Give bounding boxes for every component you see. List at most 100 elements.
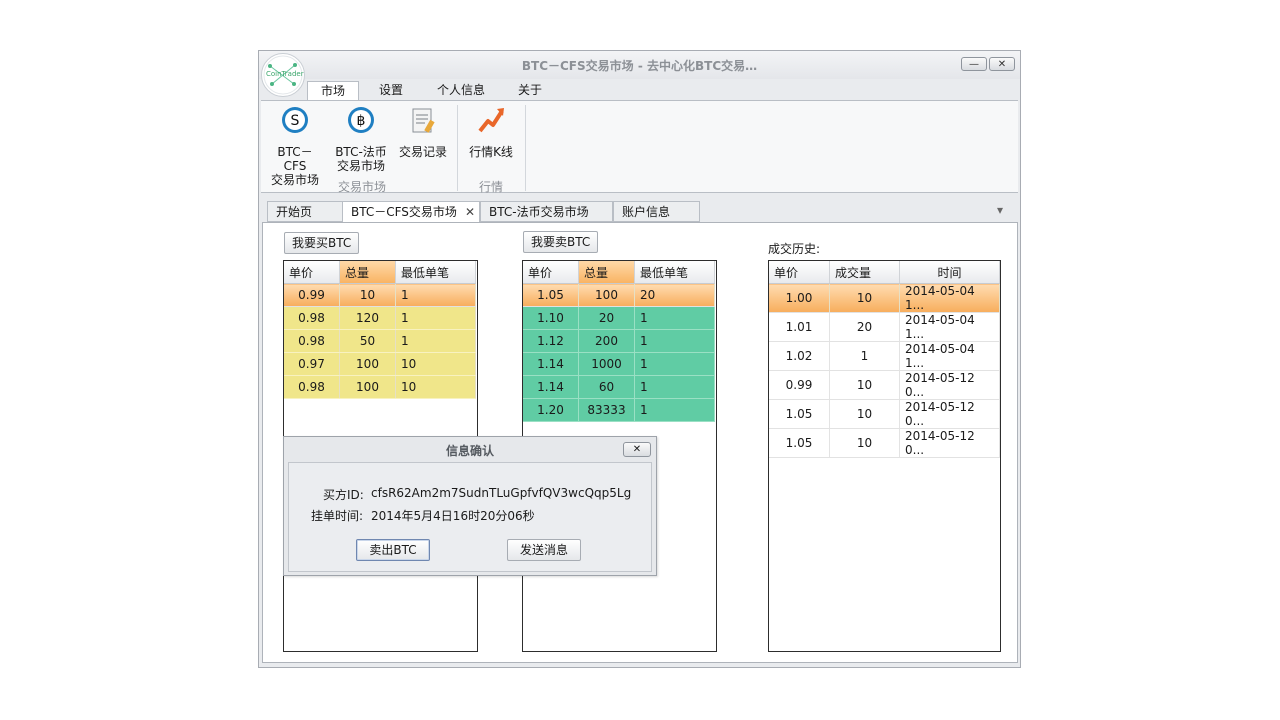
buyer-id-value: cfsR62Am2m7SudnTLuGpfvfQV3wcQqp5Lg	[371, 486, 632, 500]
ribbon-group-market: 交易市场	[337, 180, 386, 194]
buy-col-min[interactable]: 最低单笔	[395, 261, 476, 284]
table-row[interactable]: 1.01 20 2014-05-04 1...	[769, 312, 1000, 342]
menu-tab-market[interactable]: 市场	[307, 81, 360, 101]
sell-grid-header: 单价 总量 最低单笔	[523, 261, 715, 284]
doc-tab-btc-cfs-label: BTC－CFS交易市场	[351, 205, 457, 219]
title-bar: BTC－CFS交易市场 - 去中心化BTC交易… — ✕	[259, 51, 1020, 79]
cell-volume: 20	[829, 312, 900, 342]
sell-btc-button[interactable]: 我要卖BTC	[523, 231, 599, 253]
dialog-title: 信息确认	[445, 444, 494, 458]
minimize-button[interactable]: —	[961, 57, 987, 71]
table-row[interactable]: 0.97 100 10	[284, 352, 476, 376]
cell-min: 10	[395, 352, 476, 376]
cell-price: 1.14	[523, 375, 579, 399]
doc-tab-start[interactable]: 开始页	[267, 201, 343, 222]
cell-min: 1	[634, 306, 715, 330]
sell-col-min[interactable]: 最低单笔	[634, 261, 715, 284]
history-col-volume[interactable]: 成交量	[829, 261, 900, 284]
cell-total: 100	[339, 352, 396, 376]
doc-tab-btc-fiat[interactable]: BTC-法币交易市场	[480, 201, 613, 222]
window-title: BTC－CFS交易市场 - 去中心化BTC交易…	[521, 59, 758, 73]
cell-time: 2014-05-04 1...	[899, 283, 1000, 313]
buy-col-price[interactable]: 单价	[284, 261, 340, 284]
table-row[interactable]: 0.98 120 1	[284, 306, 476, 330]
close-tab-icon[interactable]: ✕	[465, 202, 475, 223]
dialog-close-button[interactable]: ✕	[623, 442, 651, 457]
cell-total: 50	[339, 329, 396, 353]
cell-total: 120	[339, 306, 396, 330]
ribbon-group-quotes: 行情	[478, 180, 503, 194]
cell-min: 1	[395, 283, 476, 307]
cell-time: 2014-05-12 0...	[899, 399, 1000, 429]
ribbon-kline-label: 行情K线	[469, 145, 513, 159]
cell-price: 1.02	[769, 341, 830, 371]
buyer-id-label: 买方ID:	[323, 488, 364, 502]
ribbon-panel: S BTC－CFS 交易市场 ฿ BTC-法币 交易市场 交易记录 行情K线 交…	[261, 100, 1018, 194]
menu-tab-settings[interactable]: 设置	[366, 81, 416, 100]
cell-min: 1	[395, 306, 476, 330]
table-row[interactable]: 1.14 1000 1	[523, 352, 715, 376]
trade-history-label: 成交历史:	[768, 242, 821, 256]
table-row[interactable]: 1.12 200 1	[523, 329, 715, 353]
cell-price: 0.99	[284, 283, 340, 307]
cell-time: 2014-05-12 0...	[899, 370, 1000, 400]
table-row[interactable]: 1.10 20 1	[523, 306, 715, 330]
s-coin-icon: S	[282, 107, 308, 133]
table-row[interactable]: 0.98 50 1	[284, 329, 476, 353]
ribbon-btc-cfs-label1: BTC－CFS	[277, 145, 313, 173]
history-col-price[interactable]: 单价	[769, 261, 830, 284]
ribbon-btc-fiat-label2: 交易市场	[336, 159, 385, 173]
document-icon	[412, 108, 435, 133]
ribbon-btc-fiat-label1: BTC-法币	[335, 145, 387, 159]
cell-min: 10	[395, 375, 476, 399]
logo-text: CoinTrader	[266, 70, 304, 78]
table-row[interactable]: 0.99 10 2014-05-12 0...	[769, 370, 1000, 400]
sell-col-price[interactable]: 单价	[523, 261, 579, 284]
buy-btc-button[interactable]: 我要买BTC	[284, 232, 360, 254]
trend-arrow-icon	[478, 108, 504, 133]
cell-total: 10	[339, 283, 396, 307]
dialog-body: 买方ID: cfsR62Am2m7SudnTLuGpfvfQV3wcQqp5Lg…	[288, 462, 652, 572]
cell-price: 1.14	[523, 352, 579, 376]
cell-time: 2014-05-04 1...	[899, 341, 1000, 371]
history-col-time[interactable]: 时间	[899, 261, 1000, 284]
table-row[interactable]: 1.14 60 1	[523, 375, 715, 399]
cell-price: 0.97	[284, 352, 340, 376]
close-button[interactable]: ✕	[989, 57, 1015, 71]
table-row[interactable]: 1.02 1 2014-05-04 1...	[769, 341, 1000, 371]
ribbon-btc-fiat-market-button[interactable]: ฿ BTC-法币 交易市场	[333, 106, 389, 173]
table-row[interactable]: 0.99 10 1	[284, 283, 476, 307]
cell-price: 1.12	[523, 329, 579, 353]
sell-btc-confirm-button[interactable]: 卖出BTC	[356, 539, 430, 561]
sell-col-total[interactable]: 总量	[578, 261, 635, 284]
buy-grid-header: 单价 总量 最低单笔	[284, 261, 476, 284]
table-row[interactable]: 1.05 10 2014-05-12 0...	[769, 399, 1000, 429]
doc-tab-btc-cfs[interactable]: BTC－CFS交易市场 ✕	[342, 201, 480, 223]
table-row[interactable]: 1.00 10 2014-05-04 1...	[769, 283, 1000, 313]
table-row[interactable]: 0.98 100 10	[284, 375, 476, 399]
buy-col-total[interactable]: 总量	[339, 261, 396, 284]
cell-min: 1	[395, 329, 476, 353]
app-logo[interactable]: CoinTrader	[261, 53, 305, 97]
cell-total: 100	[339, 375, 396, 399]
trade-history-grid: 单价 成交量 时间 1.00 10 2014-05-04 1... 1.01 2…	[768, 260, 1001, 652]
cell-total: 100	[578, 283, 635, 307]
ribbon-trade-records-button[interactable]: 交易记录	[395, 106, 451, 159]
send-message-button[interactable]: 发送消息	[507, 539, 581, 561]
table-row[interactable]: 1.05 100 20	[523, 283, 715, 307]
cell-total: 1000	[578, 352, 635, 376]
menu-tab-profile[interactable]: 个人信息	[424, 81, 498, 100]
tab-dropdown-icon[interactable]: ▾	[997, 203, 1003, 217]
cell-price: 1.05	[523, 283, 579, 307]
cell-price: 1.01	[769, 312, 830, 342]
cell-min: 1	[634, 329, 715, 353]
menu-tab-about[interactable]: 关于	[505, 81, 555, 100]
cell-volume: 10	[829, 428, 900, 458]
ribbon-btc-cfs-market-button[interactable]: S BTC－CFS 交易市场	[267, 106, 323, 187]
cell-min: 1	[634, 398, 715, 422]
ribbon-kline-button[interactable]: 行情K线	[463, 106, 519, 159]
doc-tab-account[interactable]: 账户信息	[613, 201, 700, 222]
table-row[interactable]: 1.20 83333 1	[523, 398, 715, 422]
cell-volume: 10	[829, 283, 900, 313]
table-row[interactable]: 1.05 10 2014-05-12 0...	[769, 428, 1000, 458]
